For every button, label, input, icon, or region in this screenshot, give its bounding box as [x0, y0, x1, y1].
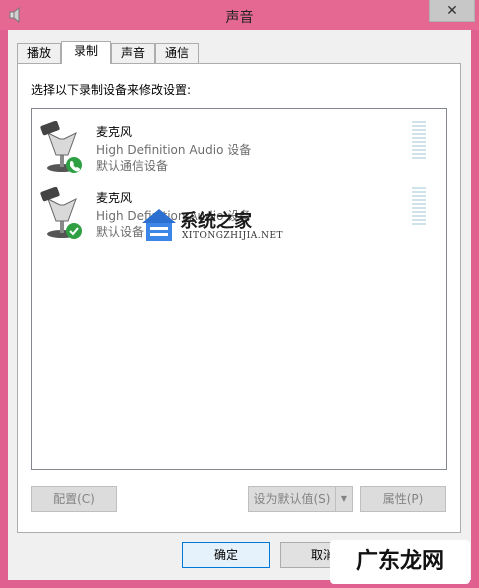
title-bar: 声音 ✕: [0, 0, 479, 30]
set-default-dropdown-arrow[interactable]: ▼: [335, 486, 353, 512]
device-description: High Definition Audio 设备: [96, 143, 252, 157]
device-item-microphone-communication[interactable]: 麦克风 High Definition Audio 设备 默认通信设备: [32, 115, 446, 175]
microphone-icon: [40, 187, 82, 239]
level-meter: [412, 121, 426, 161]
close-button[interactable]: ✕: [429, 0, 475, 22]
tab-recording[interactable]: 录制: [61, 41, 111, 64]
device-status: 默认设备: [96, 225, 145, 239]
configure-button[interactable]: 配置(C): [31, 486, 117, 512]
watermark-title: 系统之家: [180, 211, 252, 232]
tab-communications[interactable]: 通信: [155, 43, 199, 63]
chevron-down-icon: ▼: [340, 494, 348, 503]
device-list[interactable]: 麦克风 High Definition Audio 设备 默认通信设备 麦克风: [31, 108, 447, 470]
window-title: 声音: [225, 10, 254, 26]
recording-panel: 选择以下录制设备来修改设置: 麦克风 High Definition Audio…: [17, 63, 461, 533]
tab-playback[interactable]: 播放: [17, 43, 61, 63]
tab-sounds[interactable]: 声音: [111, 43, 155, 63]
set-default-button[interactable]: 设为默认值(S): [248, 486, 336, 512]
ok-button[interactable]: 确定: [182, 542, 270, 568]
watermark-logo: 系统之家 XITONGZHIJIA.NET: [140, 205, 320, 249]
microphone-icon: [40, 121, 82, 173]
instruction-text: 选择以下录制设备来修改设置:: [31, 83, 192, 97]
device-name: 麦克风: [96, 125, 133, 139]
device-name: 麦克风: [96, 191, 133, 205]
device-status: 默认通信设备: [96, 159, 169, 173]
dialog-body: 播放 录制 声音 通信 选择以下录制设备来修改设置: 麦克风 High Defi…: [8, 30, 471, 580]
brand-watermark: 广东龙网: [330, 540, 470, 584]
checkmark-badge-icon: [66, 223, 82, 239]
level-meter: [412, 187, 426, 227]
watermark-subtitle: XITONGZHIJIA.NET: [182, 231, 284, 241]
house-logo-icon: [142, 209, 176, 241]
phone-badge-icon: [66, 157, 82, 173]
properties-button[interactable]: 属性(P): [360, 486, 446, 512]
